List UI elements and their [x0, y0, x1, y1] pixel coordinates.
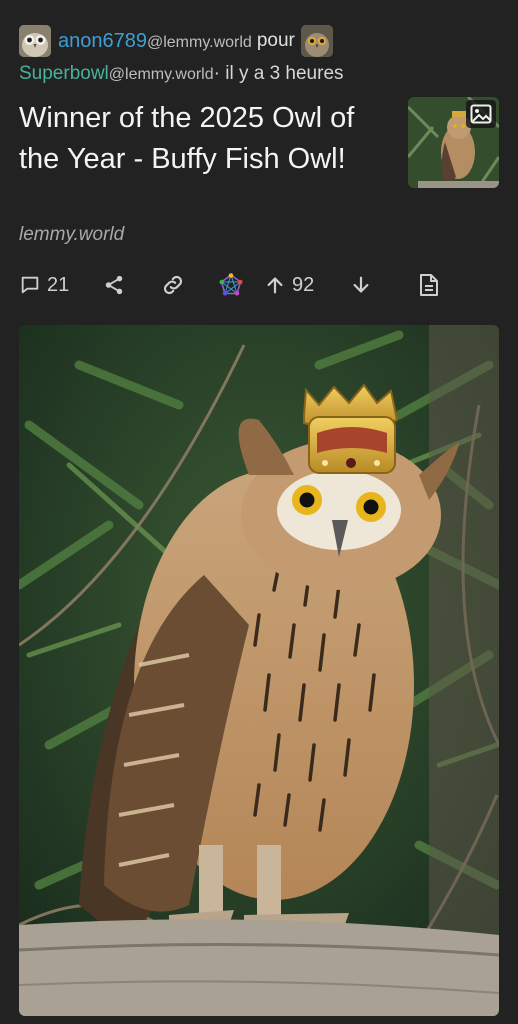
share-button[interactable]	[103, 268, 125, 302]
comment-icon	[19, 274, 41, 296]
comments-button[interactable]: 21	[19, 268, 69, 302]
image-icon	[466, 100, 496, 128]
arrow-down-icon	[350, 274, 372, 296]
post-thumbnail[interactable]	[408, 97, 499, 188]
post-meta-author: anon6789@lemmy.world pour	[19, 24, 333, 58]
post-action-bar: 21 92	[19, 268, 499, 302]
community-instance: @lemmy.world	[108, 66, 214, 83]
comments-count: 21	[47, 273, 70, 296]
community-name: Superbowl	[19, 63, 109, 84]
arrow-up-icon	[264, 274, 286, 296]
fediverse-icon	[219, 273, 243, 297]
post-time: · il y a 3 heures	[213, 63, 344, 84]
crosspost-button[interactable]	[219, 268, 243, 302]
score-count: 92	[292, 273, 315, 296]
document-icon	[418, 273, 440, 297]
share-icon	[103, 274, 125, 296]
author-name: anon6789	[58, 29, 147, 52]
connector-text: pour	[256, 30, 295, 51]
post-image[interactable]	[19, 325, 499, 1016]
details-button[interactable]	[418, 268, 440, 302]
upvote-button[interactable]: 92	[264, 268, 314, 302]
community-link[interactable]: Superbowl@lemmy.world	[19, 63, 214, 85]
downvote-button[interactable]	[350, 268, 372, 302]
author-link[interactable]: anon6789@lemmy.world	[58, 30, 252, 53]
post-meta-community: Superbowl@lemmy.world · il y a 3 heures	[19, 63, 344, 85]
author-instance: @lemmy.world	[146, 33, 252, 51]
author-avatar[interactable]	[19, 25, 51, 57]
post-title[interactable]: Winner of the 2025 Owl of the Year - Buf…	[19, 98, 399, 180]
link-icon	[160, 272, 186, 298]
link-button[interactable]	[160, 268, 186, 302]
post-domain[interactable]: lemmy.world	[19, 224, 124, 246]
community-avatar[interactable]	[300, 25, 333, 57]
